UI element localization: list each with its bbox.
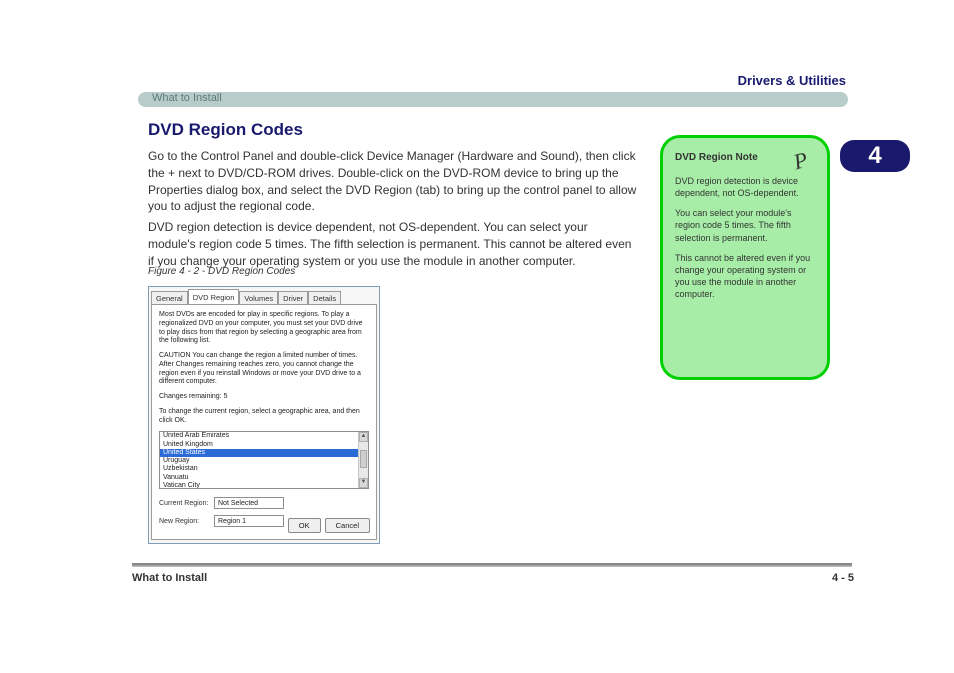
dialog-instruction: To change the current region, select a g… — [159, 408, 369, 426]
list-item[interactable]: Vanuatu — [160, 474, 358, 482]
note-box: P DVD Region Note DVD region detection i… — [660, 135, 830, 380]
cancel-button[interactable]: Cancel — [325, 518, 370, 533]
footer-divider — [132, 563, 852, 567]
changes-remaining: Changes remaining: 5 — [159, 393, 369, 402]
page-title: DVD Region Codes — [148, 120, 638, 140]
scrollbar[interactable]: ▲ ▼ — [358, 432, 368, 488]
current-region-value: Not Selected — [214, 497, 284, 509]
main-text: DVD Region Codes Go to the Control Panel… — [148, 120, 638, 274]
note-paragraph: This cannot be altered even if you chang… — [675, 252, 815, 301]
note-paragraph: You can select your module's region code… — [675, 207, 815, 243]
dialog-paragraph: Most DVDs are encoded for play in specif… — [159, 311, 369, 346]
note-paragraph: DVD region detection is device dependent… — [675, 175, 815, 199]
scroll-up-button[interactable]: ▲ — [359, 432, 368, 442]
current-region-label: Current Region: — [159, 500, 214, 507]
region-listbox[interactable]: United Arab EmiratesUnited KingdomUnited… — [159, 431, 369, 489]
new-region-value: Region 1 — [214, 515, 284, 527]
tab-driver[interactable]: Driver — [278, 291, 308, 304]
section-title: What to Install — [152, 92, 222, 104]
scroll-thumb[interactable] — [360, 450, 367, 468]
properties-dialog: General DVD Region Volumes Driver Detail… — [148, 286, 380, 544]
body-paragraph: Go to the Control Panel and double-click… — [148, 148, 638, 215]
list-item[interactable]: Uruguay — [160, 457, 358, 465]
chapter-label: Drivers & Utilities — [738, 73, 846, 88]
header-bar — [138, 92, 848, 107]
dialog-tabs: General DVD Region Volumes Driver Detail… — [149, 287, 379, 304]
body-paragraph: DVD region detection is device dependent… — [148, 219, 638, 269]
footer-left: What to Install — [132, 572, 207, 584]
dialog-caution: CAUTION You can change the region a limi… — [159, 352, 369, 387]
list-item[interactable]: United Arab Emirates — [160, 432, 358, 440]
new-region-label: New Region: — [159, 518, 214, 525]
scroll-down-button[interactable]: ▼ — [359, 478, 368, 488]
list-item[interactable]: Uzbekistan — [160, 465, 358, 473]
tab-details[interactable]: Details — [308, 291, 341, 304]
footer-right: 4 - 5 — [832, 572, 854, 584]
chapter-badge: 4 — [840, 140, 910, 172]
list-item[interactable]: United Kingdom — [160, 441, 358, 449]
tab-body: Most DVDs are encoded for play in specif… — [151, 304, 377, 540]
ok-button[interactable]: OK — [288, 518, 321, 533]
tab-volumes[interactable]: Volumes — [239, 291, 278, 304]
tab-dvd-region[interactable]: DVD Region — [188, 289, 240, 304]
list-item[interactable]: Vatican City — [160, 482, 358, 489]
tab-general[interactable]: General — [151, 291, 188, 304]
list-item[interactable]: United States — [160, 449, 358, 457]
figure-label: Figure 4 - 2 - DVD Region Codes — [148, 266, 295, 277]
pen-icon: P — [790, 147, 810, 176]
